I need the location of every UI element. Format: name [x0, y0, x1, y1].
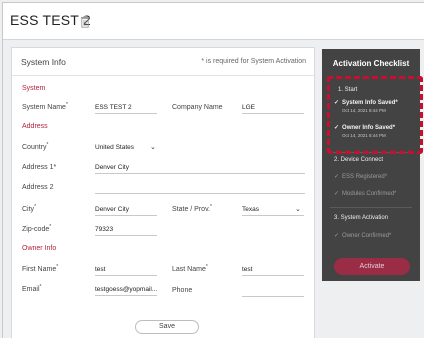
- label-system-name: System Name*: [22, 102, 68, 111]
- email-field[interactable]: testgoess@yopmail....: [95, 285, 157, 296]
- address1-field[interactable]: Denver City: [95, 163, 305, 174]
- check-icon: ✓: [334, 191, 340, 197]
- divider: [330, 207, 412, 208]
- checklist-item-modules-confirmed: ✓ Modules Confirmed*: [334, 191, 397, 197]
- label-zip: Zip-code*: [22, 224, 52, 233]
- section-address: Address: [22, 123, 48, 130]
- first-name-field[interactable]: test: [95, 265, 157, 276]
- system-name-field[interactable]: ESS TEST 2: [95, 103, 157, 114]
- top-bar: ESS TEST 2: [3, 3, 424, 40]
- group-heading-device-connect: 2. Device Connect: [334, 157, 384, 163]
- city-field[interactable]: Denver City: [95, 205, 157, 216]
- check-icon: ✓: [334, 233, 340, 239]
- checklist-item-ess-registered: ✓ ESS Registered*: [334, 174, 388, 180]
- checklist-title: Activation Checklist: [332, 59, 410, 68]
- trash-icon[interactable]: [80, 16, 90, 28]
- checklist-item-owner-confirmed: ✓ Owner Confirmed*: [334, 233, 392, 239]
- card-title: System Info: [21, 57, 66, 67]
- required-note: * is required for System Activation: [201, 58, 306, 65]
- label-state: State / Prov.*: [172, 204, 212, 213]
- check-icon: ✓: [334, 174, 340, 180]
- label-first-name: First Name*: [22, 264, 59, 273]
- country-select[interactable]: United States: [95, 143, 157, 154]
- company-name-field[interactable]: LGE: [242, 103, 304, 114]
- page-title: ESS TEST 2: [10, 12, 91, 28]
- section-owner-info: Owner Info: [22, 245, 57, 252]
- system-info-card: System Info * is required for System Act…: [11, 47, 315, 338]
- label-phone: Phone: [172, 287, 193, 294]
- section-system: System: [22, 85, 46, 92]
- group-heading-system-activation: 3. System Activation: [334, 215, 389, 221]
- address2-field[interactable]: [95, 183, 305, 194]
- chevron-down-icon[interactable]: ⌄: [150, 143, 156, 151]
- label-last-name: Last Name*: [172, 264, 208, 273]
- label-company-name: Company Name: [172, 104, 223, 111]
- label-address1: Address 1*: [22, 164, 57, 171]
- phone-field[interactable]: [242, 286, 304, 297]
- last-name-field[interactable]: test: [242, 265, 304, 276]
- label-country: Country*: [22, 142, 49, 151]
- chevron-down-icon[interactable]: ⌄: [295, 205, 301, 213]
- label-city: City*: [22, 204, 37, 213]
- save-button[interactable]: Save: [135, 320, 199, 334]
- start-group-highlight: [327, 76, 423, 154]
- zip-field[interactable]: 79323: [95, 225, 157, 236]
- label-address2: Address 2: [22, 184, 54, 191]
- activate-button[interactable]: Activate: [334, 258, 410, 275]
- card-header: System Info * is required for System Act…: [12, 48, 314, 76]
- label-email: Email*: [22, 284, 42, 293]
